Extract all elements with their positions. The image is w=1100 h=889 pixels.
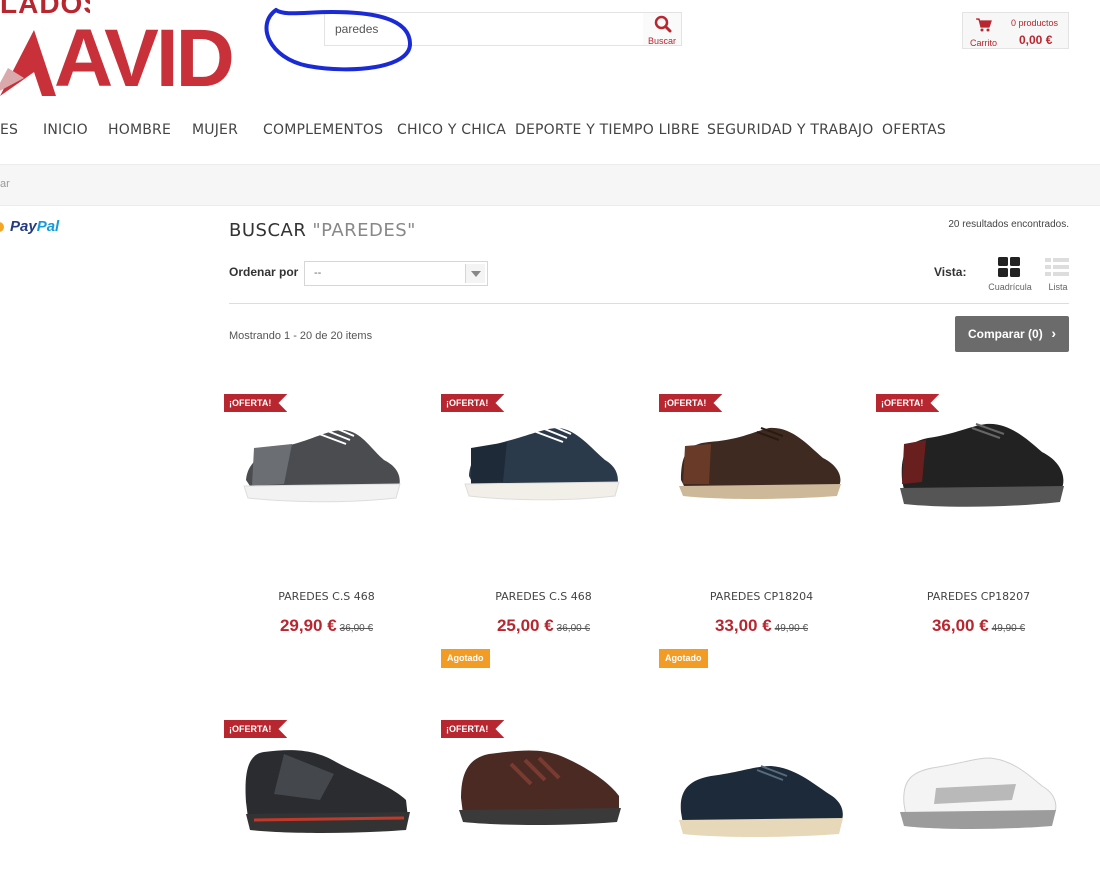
menu-item-es[interactable]: ES [0,122,18,138]
offer-badge: ¡OFERTA! [224,720,288,738]
product-name[interactable]: PAREDES C.S 468 [441,590,646,603]
menu-item-chico-y-chica[interactable]: CHICO Y CHICA [397,122,506,138]
cart-label: Carrito [970,38,998,48]
menu-item-ofertas[interactable]: OFERTAS [882,122,946,138]
hand-drawn-circle-annotation [264,8,412,72]
menu-item-complementos[interactable]: COMPLEMENTOS [263,122,383,138]
cart-count: 0 productos [1011,18,1059,28]
menu-item-mujer[interactable]: MUJER [192,122,238,138]
breadcrumb: ar [0,164,1100,206]
product-name[interactable]: PAREDES C.S 468 [224,590,429,603]
grid-view-label: Cuadrícula [988,282,1032,292]
page-title-label: BUSCAR [229,220,307,241]
product-price: 36,00 € [931,616,989,635]
product-image-navy-shoe [679,765,843,837]
menu-item-hombre[interactable]: HOMBRE [108,122,171,138]
product-image-black-shoe [900,423,1064,507]
product-old-price: 36,00 € [556,623,591,634]
product-old-price: 49,90 € [774,623,809,634]
product-price: 33,00 € [714,616,772,635]
chevron-down-icon [465,264,485,283]
product-price: 25,00 € [496,616,554,635]
paypal-coin-icon [0,222,4,232]
product-name[interactable]: PAREDES CP18207 [876,590,1081,603]
offer-badge: ¡OFERTA! [876,394,940,412]
sort-value: -- [314,267,322,279]
grid-icon [998,257,1020,277]
product-old-price: 49,90 € [991,623,1026,634]
product-image-brown-sneaker [459,750,621,825]
search-button[interactable]: Buscar [643,12,682,46]
product-image-hiking-shoe [245,750,410,833]
menu-item-inicio[interactable]: INICIO [43,122,88,138]
grid-view-button[interactable]: Cuadrícula [985,257,1035,295]
sold-out-badge: Agotado [441,649,490,668]
product-image-grey-sneaker [243,423,401,503]
product-price: 29,90 € [279,616,337,635]
product-name[interactable]: PAREDES CP18204 [659,590,864,603]
offer-badge: ¡OFERTA! [659,394,723,412]
product-image-navy-sneaker [464,421,620,501]
search-icon [654,15,672,33]
sort-select[interactable]: -- [304,261,488,286]
sort-label: Ordenar por [229,265,299,279]
cart-total: 0,00 € [1019,33,1053,47]
menu-item-seguridad[interactable]: SEGURIDAD Y TRABAJO [707,122,873,138]
list-view-button[interactable]: Lista [1043,257,1073,295]
chevron-right-icon: › [1051,325,1056,341]
offer-badge: ¡OFERTA! [441,720,505,738]
paypal-logo[interactable]: PayPal [10,218,59,235]
compare-label: Comparar (0) [968,327,1043,341]
page-title: BUSCAR "PAREDES" [229,220,416,241]
results-count: 20 resultados encontrados. [948,219,1069,230]
product-image-brown-shoe [679,427,841,499]
divider [229,303,1069,304]
search-query: "PAREDES" [312,220,416,241]
menu-item-deporte[interactable]: DEPORTE Y TIEMPO LIBRE [515,122,700,138]
store-logo[interactable]: AVID [0,18,235,100]
sold-out-badge: Agotado [659,649,708,668]
product-image-white-sneaker [900,757,1057,829]
compare-button[interactable]: Comparar (0) › [955,316,1069,352]
list-view-label: Lista [1048,282,1068,292]
cart-icon [976,18,992,32]
search-button-label: Buscar [647,36,676,46]
cart-button[interactable]: Carrito 0 productos 0,00 € [962,12,1069,49]
list-icon [1045,258,1069,276]
offer-badge: ¡OFERTA! [224,394,288,412]
product-old-price: 36,00 € [339,623,374,634]
items-showing: Mostrando 1 - 20 de 20 items [229,330,373,342]
offer-badge: ¡OFERTA! [441,394,505,412]
breadcrumb-text[interactable]: ar [0,178,10,190]
logo-wordmark: AVID [54,13,235,104]
view-label: Vista: [934,265,967,279]
